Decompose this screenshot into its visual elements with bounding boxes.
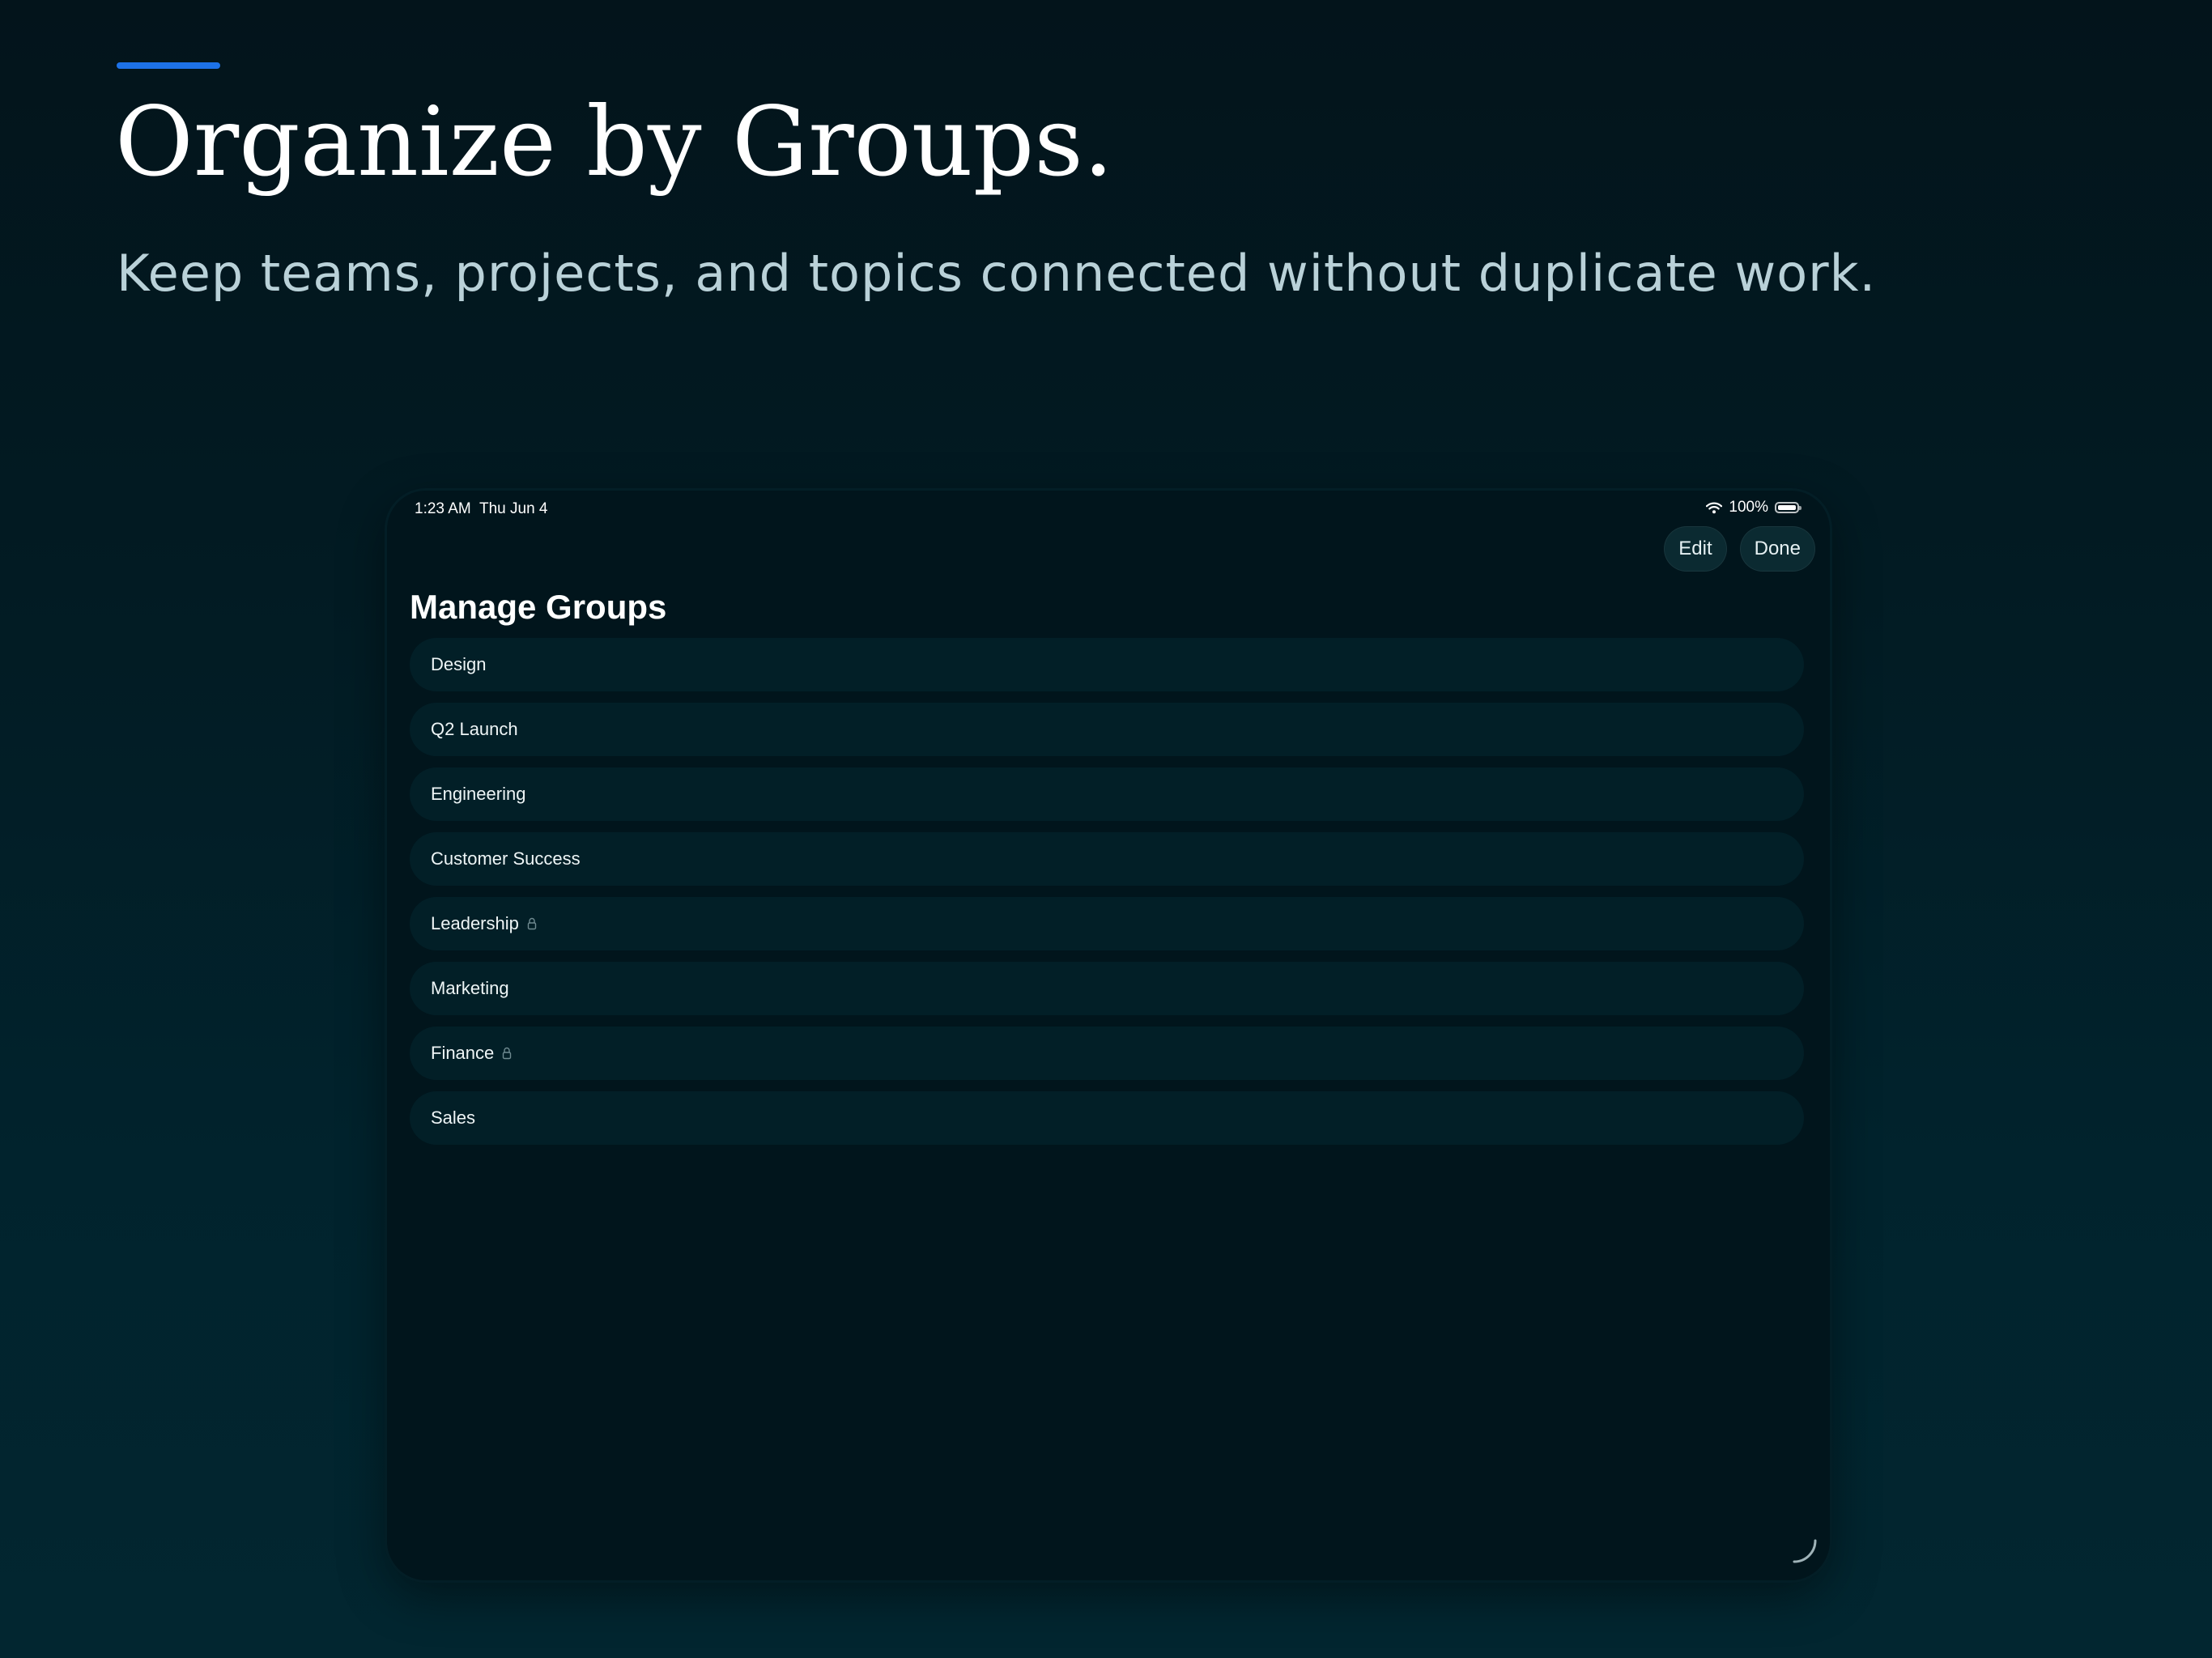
accent-bar bbox=[117, 62, 220, 69]
group-label: Finance bbox=[431, 1043, 495, 1063]
group-row[interactable]: Leadership bbox=[410, 897, 1804, 950]
lock-icon bbox=[502, 1047, 512, 1060]
edit-button[interactable]: Edit bbox=[1664, 526, 1727, 572]
status-bar: 1:23 AM Thu Jun 4 100% bbox=[387, 491, 1830, 529]
battery-percentage: 100% bbox=[1729, 499, 1768, 516]
hero-headline: Organize by Groups. bbox=[115, 86, 1114, 198]
lock-icon bbox=[527, 917, 537, 930]
group-label: Q2 Launch bbox=[431, 719, 518, 739]
status-date: Thu Jun 4 bbox=[479, 500, 548, 517]
hero-subhead: Keep teams, projects, and topics connect… bbox=[117, 244, 1877, 303]
nav-buttons: Edit Done bbox=[1664, 526, 1815, 572]
group-row[interactable]: Sales bbox=[410, 1091, 1804, 1145]
tablet-screen: 1:23 AM Thu Jun 4 100% Edit Done Manage … bbox=[387, 491, 1830, 1580]
battery-fill bbox=[1778, 505, 1796, 510]
page-title: Manage Groups bbox=[410, 588, 667, 626]
group-row[interactable]: Q2 Launch bbox=[410, 703, 1804, 756]
group-row[interactable]: Customer Success bbox=[410, 832, 1804, 886]
group-label: Design bbox=[431, 654, 487, 674]
group-row[interactable]: Design bbox=[410, 638, 1804, 691]
status-indicators: 100% bbox=[1706, 499, 1802, 517]
group-row[interactable]: Finance bbox=[410, 1027, 1804, 1080]
group-row[interactable]: Marketing bbox=[410, 962, 1804, 1015]
group-label: Marketing bbox=[431, 978, 509, 998]
resize-handle-icon[interactable] bbox=[1791, 1537, 1819, 1569]
group-row[interactable]: Engineering bbox=[410, 767, 1804, 821]
wifi-icon bbox=[1706, 502, 1723, 514]
battery-icon bbox=[1775, 502, 1802, 513]
group-label: Sales bbox=[431, 1107, 476, 1128]
done-button[interactable]: Done bbox=[1739, 526, 1815, 572]
group-label: Engineering bbox=[431, 784, 526, 804]
group-label: Customer Success bbox=[431, 848, 581, 869]
group-list: Design Q2 Launch Engineering Customer Su… bbox=[410, 638, 1804, 1156]
status-time: 1:23 AM bbox=[415, 500, 471, 517]
group-label: Leadership bbox=[431, 913, 519, 933]
